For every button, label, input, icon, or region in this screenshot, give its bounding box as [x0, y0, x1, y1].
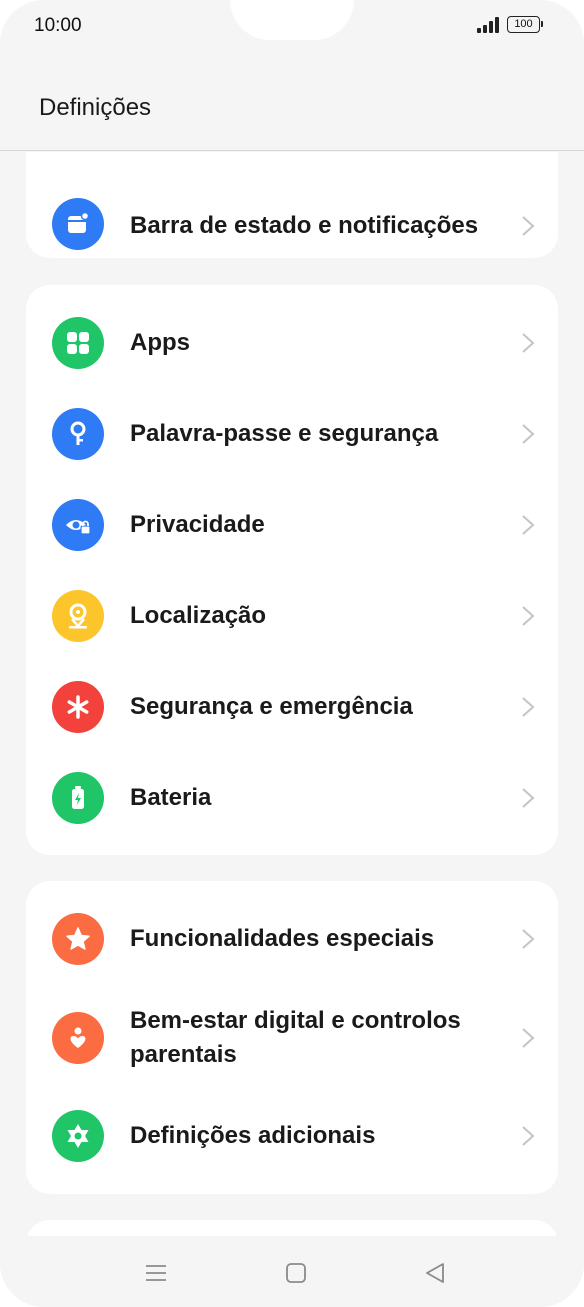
page-title: Definições [39, 94, 152, 121]
battery-level: 100 [514, 18, 533, 30]
settings-item-label: Palavra-passe e segurança [130, 420, 439, 447]
gear-icon [52, 1110, 104, 1162]
apps-grid-icon [52, 317, 104, 369]
location-pin-icon [52, 590, 104, 642]
chevron-right-icon [522, 1028, 535, 1048]
settings-item-label: Segurança e emergência [130, 693, 413, 720]
settings-item-label: Localização [130, 602, 267, 629]
chevron-right-icon [522, 515, 535, 535]
settings-item-label: Apps [130, 329, 190, 356]
settings-item-additional-settings[interactable]: Definições adicionais [26, 1091, 558, 1182]
settings-item-label: Privacidade [130, 511, 265, 538]
status-bar: 10:00 100 [0, 0, 584, 56]
chevron-right-icon [522, 606, 535, 626]
settings-item-label: Funcionalidades especiais [130, 925, 435, 952]
chevron-right-icon [522, 1126, 535, 1146]
home-button[interactable] [276, 1258, 316, 1288]
home-icon [286, 1263, 306, 1283]
settings-group-1: Barra de estado e notificações [26, 152, 558, 258]
settings-item-label: Bem-estar digital e controlos parentais [130, 1007, 461, 1068]
back-icon [426, 1263, 444, 1283]
status-time: 10:00 [34, 15, 82, 36]
settings-item-location[interactable]: Localização [26, 571, 558, 662]
menu-icon [146, 1265, 166, 1281]
settings-item-label: Barra de estado e notificações [130, 212, 479, 239]
chevron-right-icon [522, 788, 535, 808]
settings-group-4 [26, 1220, 558, 1236]
settings-item-label: Definições adicionais [130, 1122, 376, 1149]
heart-person-icon [52, 1012, 104, 1064]
signal-icon [477, 16, 499, 33]
key-icon [52, 408, 104, 460]
settings-item-digital-wellbeing[interactable]: Bem-estar digital e controlos parentais [26, 985, 558, 1091]
settings-item-label: Bateria [130, 784, 212, 811]
status-indicators: 100 [477, 16, 543, 33]
asterisk-icon [52, 681, 104, 733]
chevron-right-icon [522, 333, 535, 353]
settings-group-3: Funcionalidades especiais Bem-estar digi… [26, 881, 558, 1194]
camera-notch [230, 0, 354, 40]
settings-item-battery[interactable]: Bateria [26, 753, 558, 844]
chevron-right-icon [522, 216, 535, 236]
app-header: Definições [0, 56, 584, 151]
settings-item-safety-emergency[interactable]: Segurança e emergência [26, 662, 558, 753]
settings-item-password-security[interactable]: Palavra-passe e segurança [26, 389, 558, 480]
settings-item-privacy[interactable]: Privacidade [26, 480, 558, 571]
star-icon [52, 913, 104, 965]
status-bar-icon [52, 198, 104, 250]
settings-item-apps[interactable]: Apps [26, 298, 558, 389]
chevron-right-icon [522, 424, 535, 444]
navigation-bar [0, 1236, 584, 1307]
settings-item-special-features[interactable]: Funcionalidades especiais [26, 894, 558, 985]
battery-icon: 100 [507, 16, 543, 33]
eye-lock-icon [52, 499, 104, 551]
settings-group-2: Apps Palavra-passe e segurança Privacida… [26, 285, 558, 855]
chevron-right-icon [522, 697, 535, 717]
settings-item-status-bar[interactable]: Barra de estado e notificações [26, 176, 558, 276]
menu-button[interactable] [136, 1258, 176, 1288]
chevron-right-icon [522, 929, 535, 949]
phone-screen: 10:00 100 Definições Barra de estado e n… [0, 0, 584, 1307]
settings-list[interactable]: Barra de estado e notificações Apps Pala… [0, 152, 584, 1236]
back-button[interactable] [415, 1258, 455, 1288]
battery-charging-icon [52, 772, 104, 824]
